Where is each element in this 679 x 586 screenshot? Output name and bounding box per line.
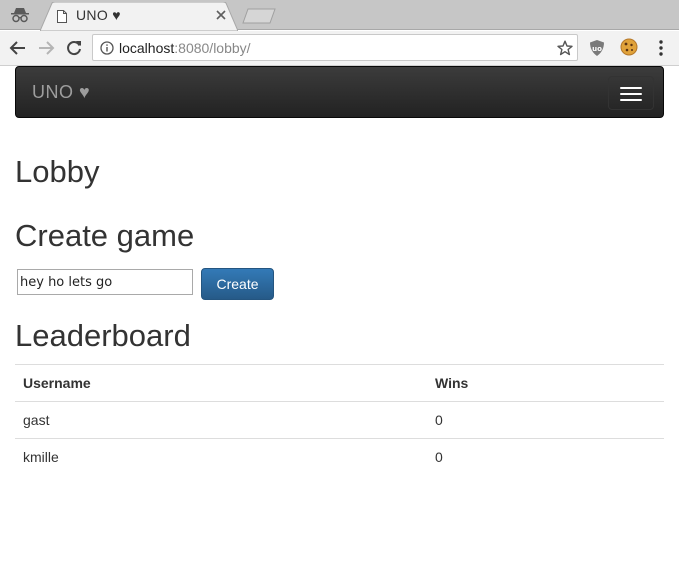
column-header-wins: Wins bbox=[427, 364, 664, 402]
svg-text:uo: uo bbox=[592, 45, 602, 53]
url-host: localhost bbox=[119, 40, 175, 56]
url-path: :8080/lobby/ bbox=[174, 40, 251, 56]
shield-extension-icon[interactable]: uo bbox=[588, 39, 606, 57]
hamburger-bar bbox=[620, 87, 642, 89]
forward-arrow-icon[interactable] bbox=[37, 39, 55, 57]
new-tab-button[interactable] bbox=[242, 8, 276, 24]
table-row: kmille 0 bbox=[15, 438, 664, 476]
cell-username: gast bbox=[15, 401, 427, 439]
address-bar[interactable]: localhost:8080/lobby/ bbox=[92, 34, 578, 61]
leaderboard-heading: Leaderboard bbox=[15, 318, 191, 353]
table-row: gast 0 bbox=[15, 401, 664, 439]
kebab-menu-icon[interactable] bbox=[656, 39, 666, 57]
tab-title: UNO ♥ bbox=[76, 7, 121, 23]
game-name-input[interactable] bbox=[17, 269, 193, 295]
browser-tabstrip: UNO ♥ bbox=[0, 0, 679, 31]
cell-wins: 0 bbox=[427, 401, 664, 439]
cell-username: kmille bbox=[15, 438, 427, 476]
navbar-brand[interactable]: UNO ♥ bbox=[32, 82, 90, 103]
info-icon[interactable] bbox=[100, 41, 114, 55]
browser-tab-active[interactable]: UNO ♥ bbox=[40, 2, 238, 31]
create-game-button[interactable]: Create bbox=[201, 268, 274, 300]
browser-toolbar: localhost:8080/lobby/ uo bbox=[0, 31, 679, 66]
create-game-heading: Create game bbox=[15, 218, 195, 253]
reload-icon[interactable] bbox=[65, 39, 83, 57]
url-text[interactable]: localhost:8080/lobby/ bbox=[119, 40, 251, 56]
page-icon bbox=[57, 10, 67, 23]
leaderboard-table: Username Wins gast 0 kmille 0 bbox=[15, 364, 664, 476]
hamburger-icon[interactable] bbox=[608, 76, 654, 110]
back-arrow-icon[interactable] bbox=[9, 39, 27, 57]
cell-wins: 0 bbox=[427, 438, 664, 476]
column-header-username: Username bbox=[15, 364, 427, 402]
table-header-row: Username Wins bbox=[15, 364, 664, 402]
hamburger-bar bbox=[620, 99, 642, 101]
hamburger-bar bbox=[620, 93, 642, 95]
close-icon[interactable] bbox=[215, 9, 227, 21]
incognito-icon[interactable] bbox=[10, 7, 30, 23]
site-navbar: UNO ♥ bbox=[15, 66, 664, 118]
cookie-extension-icon[interactable] bbox=[620, 38, 638, 56]
page-title: Lobby bbox=[15, 154, 100, 189]
star-icon[interactable] bbox=[557, 40, 573, 56]
tab-background bbox=[40, 2, 238, 31]
